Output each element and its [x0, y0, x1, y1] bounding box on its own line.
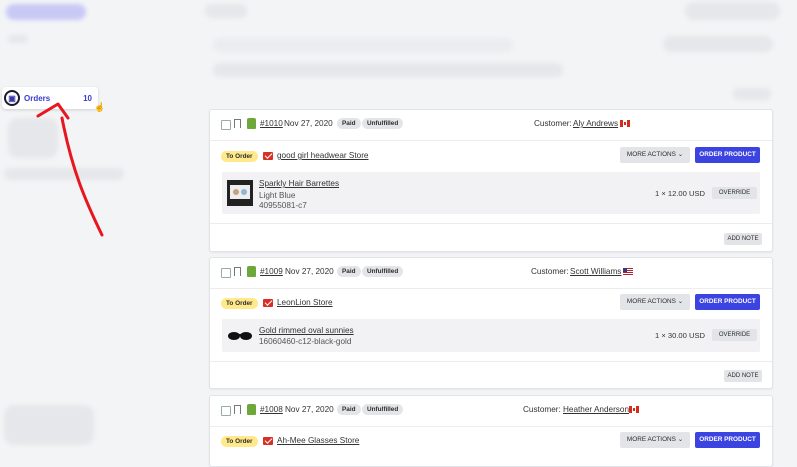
- to-order-badge: To Order: [221, 298, 258, 309]
- chevron-down-icon: ⌄: [677, 298, 684, 305]
- customer-name-link[interactable]: Aly Andrews: [573, 119, 618, 128]
- order-header: #1009 Nov 27, 2020 Paid Unfulfilled Cust…: [210, 258, 772, 289]
- blurred-search: [213, 38, 513, 52]
- bookmark-icon[interactable]: [234, 119, 241, 128]
- order-card: #1009 Nov 27, 2020 Paid Unfulfilled Cust…: [209, 257, 773, 389]
- line-item: Gold rimmed oval sunnies 16060460-c12-bl…: [222, 319, 760, 352]
- bookmark-icon[interactable]: [234, 267, 241, 276]
- blurred-pager: [733, 88, 771, 100]
- store-link[interactable]: good girl headwear Store: [277, 151, 369, 160]
- product-thumbnail: [228, 332, 252, 340]
- product-sku: 40955081-c7: [259, 201, 307, 210]
- shopify-icon: [247, 404, 256, 415]
- order-product-button[interactable]: ORDER PRODUCT: [695, 432, 760, 448]
- order-checkbox[interactable]: [221, 406, 231, 416]
- paid-badge: Paid: [337, 118, 361, 129]
- customer-label: Customer:: [531, 267, 569, 276]
- more-actions-button[interactable]: MORE ACTIONS ⌄: [620, 432, 690, 448]
- paid-badge: Paid: [337, 404, 361, 415]
- product-thumbnail: [227, 180, 253, 206]
- product-variant: 16060460-c12-black-gold: [259, 337, 352, 346]
- ca-flag-icon: [620, 120, 630, 127]
- order-date: Nov 27, 2020: [284, 119, 333, 128]
- order-header: #1008 Nov 27, 2020 Paid Unfulfilled Cust…: [210, 396, 772, 427]
- override-button[interactable]: OVERRIDE: [712, 329, 757, 341]
- more-actions-button[interactable]: MORE ACTIONS ⌄: [620, 147, 690, 163]
- chevron-down-icon: ⌄: [677, 436, 684, 443]
- order-footer: ADD NOTE: [210, 361, 772, 388]
- store-link[interactable]: Ah-Mee Glasses Store: [277, 436, 359, 445]
- fulfillment-badge: Unfulfilled: [362, 404, 404, 415]
- aliexpress-icon: [263, 437, 273, 445]
- quantity-price: 1 × 30.00 USD: [655, 331, 706, 340]
- override-button[interactable]: OVERRIDE: [712, 187, 757, 199]
- order-date: Nov 27, 2020: [285, 405, 334, 414]
- order-header: #1010 Nov 27, 2020 Paid Unfulfilled Cust…: [210, 110, 772, 141]
- shopify-icon: [247, 266, 256, 277]
- order-product-button[interactable]: ORDER PRODUCT: [695, 147, 760, 163]
- chevron-down-icon: ⌄: [677, 151, 684, 158]
- red-arrow-annotation: [36, 102, 104, 237]
- customer-label: Customer:: [534, 119, 572, 128]
- to-order-badge: To Order: [221, 436, 258, 447]
- line-item: Sparkly Hair Barrettes Light Blue 409550…: [222, 172, 760, 214]
- paid-badge: Paid: [337, 266, 361, 277]
- product-name-link[interactable]: Sparkly Hair Barrettes: [259, 179, 339, 188]
- product-name-link[interactable]: Gold rimmed oval sunnies: [259, 326, 354, 335]
- blurred-user-menu: [685, 2, 780, 20]
- us-flag-icon: [623, 268, 633, 275]
- product-variant: Light Blue: [259, 191, 296, 200]
- add-note-button[interactable]: ADD NOTE: [724, 370, 762, 382]
- order-number-link[interactable]: #1010: [260, 119, 283, 128]
- aliexpress-icon: [263, 299, 273, 307]
- aliexpress-icon: [263, 152, 273, 160]
- order-card: #1010 Nov 27, 2020 Paid Unfulfilled Cust…: [209, 109, 773, 252]
- blurred-action: [663, 36, 773, 52]
- customer-name-link[interactable]: Heather Anderson: [563, 405, 629, 414]
- order-checkbox[interactable]: [221, 268, 231, 278]
- customer-label: Customer:: [523, 405, 561, 414]
- order-number-link[interactable]: #1009: [260, 267, 283, 276]
- order-product-button[interactable]: ORDER PRODUCT: [695, 294, 760, 310]
- more-actions-button[interactable]: MORE ACTIONS ⌄: [620, 294, 690, 310]
- fulfillment-badge: Unfulfilled: [362, 118, 404, 129]
- store-link[interactable]: LeonLion Store: [277, 298, 333, 307]
- blurred-filter-tabs: [213, 63, 563, 77]
- ca-flag-icon: [629, 406, 639, 413]
- order-checkbox[interactable]: [221, 120, 231, 130]
- order-number-link[interactable]: #1008: [260, 405, 283, 414]
- order-card: #1008 Nov 27, 2020 Paid Unfulfilled Cust…: [209, 395, 773, 467]
- to-order-badge: To Order: [221, 151, 258, 162]
- quantity-price: 1 × 12.00 USD: [655, 189, 706, 198]
- add-note-button[interactable]: ADD NOTE: [724, 233, 762, 245]
- shopify-icon: [247, 118, 256, 129]
- order-date: Nov 27, 2020: [285, 267, 334, 276]
- fulfillment-badge: Unfulfilled: [362, 266, 404, 277]
- customer-name-link[interactable]: Scott Williams: [570, 267, 621, 276]
- bookmark-icon[interactable]: [234, 405, 241, 414]
- blurred-header-item: [205, 4, 247, 18]
- order-footer: ADD NOTE: [210, 223, 772, 251]
